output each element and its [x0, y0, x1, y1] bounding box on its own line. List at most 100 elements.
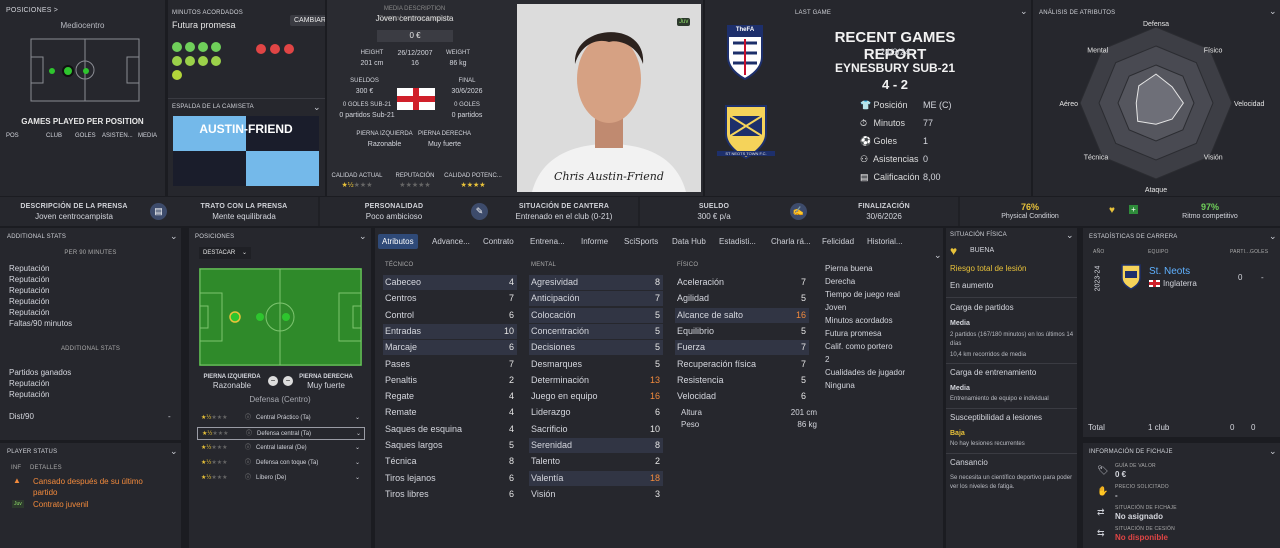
- change-button[interactable]: CAMBIAR: [290, 15, 325, 26]
- attribute-row[interactable]: Saques de esquina 4: [383, 422, 517, 437]
- chevron-down-icon[interactable]: ⌄: [359, 231, 367, 242]
- col-asist[interactable]: ASISTEN...: [102, 133, 133, 139]
- chevron-down-icon[interactable]: ⌄: [1269, 446, 1277, 457]
- dist-label: Dist/90: [9, 412, 34, 421]
- chevron-down-icon[interactable]: ⌄: [356, 428, 361, 441]
- col-goles[interactable]: GOLES: [75, 133, 96, 139]
- attribute-row[interactable]: Tiros lejanos 6: [383, 471, 517, 486]
- attribute-row[interactable]: Velocidad 6: [675, 389, 809, 404]
- attribute-name: Juego en equipo: [531, 391, 598, 402]
- salary-label: SUELDOS: [350, 78, 379, 84]
- chevron-down-icon[interactable]: ⌄: [313, 102, 321, 113]
- radar-axis-label: Mental: [1087, 47, 1108, 54]
- col-club[interactable]: CLUB: [46, 133, 62, 139]
- tab-9[interactable]: Felicidad: [818, 234, 858, 249]
- role-row[interactable]: ★½★★★ ⓘ Defensa con toque (Ta) ⌄: [197, 457, 365, 470]
- chevron-down-icon[interactable]: ⌄: [1066, 230, 1074, 241]
- chevron-down-icon[interactable]: ⌄: [1269, 231, 1277, 242]
- chevron-down-icon[interactable]: ⌄: [355, 442, 360, 455]
- role-row[interactable]: ★½★★★ ⓘ Central lateral (De) ⌄: [197, 442, 365, 455]
- trait-icon-negative[interactable]: [270, 44, 280, 54]
- attribute-row[interactable]: Desmarques 5: [529, 357, 663, 372]
- positions-title[interactable]: POSICIONES >: [6, 7, 58, 14]
- attribute-row[interactable]: Visión 3: [529, 487, 663, 502]
- england-flag: [1149, 280, 1160, 287]
- tab-5[interactable]: SciSports: [620, 234, 662, 249]
- trait-icon-negative[interactable]: [256, 44, 266, 54]
- tab-6[interactable]: Data Hub: [668, 234, 710, 249]
- trait-icon[interactable]: [198, 56, 208, 66]
- trait-icon-negative[interactable]: [284, 44, 294, 54]
- attribute-row[interactable]: Remate 4: [383, 405, 517, 420]
- attribute-row[interactable]: Regate 4: [383, 389, 517, 404]
- chevron-down-icon[interactable]: ⌄: [1020, 6, 1028, 17]
- attribute-row[interactable]: Determinación 13: [529, 373, 663, 388]
- chevron-down-icon: ⌄: [241, 250, 247, 256]
- stat-row: Reputación: [9, 297, 50, 306]
- chevron-down-icon[interactable]: ⌄: [355, 457, 360, 470]
- chevron-down-icon[interactable]: ⌄: [355, 412, 360, 425]
- attribute-row[interactable]: Alcance de salto 16: [675, 307, 809, 323]
- tab-10[interactable]: Historial...: [863, 234, 907, 249]
- attribute-row[interactable]: Aceleración 7: [675, 275, 809, 290]
- attribute-row[interactable]: Pases 7: [383, 357, 517, 372]
- highlight-select[interactable]: DESTACAR ⌄: [199, 247, 251, 259]
- attribute-row[interactable]: Fuerza 7: [675, 340, 809, 356]
- chevron-down-icon[interactable]: ⌄: [170, 446, 178, 457]
- attribute-row[interactable]: Serenidad 8: [529, 438, 663, 453]
- tab-8[interactable]: Charla rá...: [767, 234, 815, 249]
- attribute-row[interactable]: Penaltis 2: [383, 373, 517, 388]
- attribute-row[interactable]: Control 6: [383, 308, 517, 323]
- chevron-down-icon[interactable]: ⌄: [355, 472, 360, 485]
- role-row[interactable]: ★½★★★ ⓘ Central Práctico (Ta) ⌄: [197, 412, 365, 425]
- plus-icon: +: [1129, 205, 1138, 214]
- trait-icon[interactable]: [198, 42, 208, 52]
- tab-7[interactable]: Estadisti...: [715, 234, 760, 249]
- trait-icon[interactable]: [211, 42, 221, 52]
- trait-icon[interactable]: [172, 70, 182, 80]
- attribute-row[interactable]: Agilidad 5: [675, 291, 809, 306]
- attribute-row[interactable]: Juego en equipo 16: [529, 389, 663, 404]
- attribute-row[interactable]: Recuperación física 7: [675, 357, 809, 372]
- attribute-row[interactable]: Marcaje 6: [383, 340, 517, 356]
- attribute-row[interactable]: Cabeceo 4: [383, 275, 517, 290]
- tab-2[interactable]: Contrato: [479, 234, 518, 249]
- career-club-link[interactable]: St. Neots: [1149, 266, 1190, 277]
- attribute-row[interactable]: Equilibrio 5: [675, 324, 809, 339]
- attribute-value: 5: [508, 440, 514, 450]
- tab-4[interactable]: Informe: [577, 234, 612, 249]
- trait-icon[interactable]: [185, 42, 195, 52]
- attribute-row[interactable]: Valentía 18: [529, 470, 663, 486]
- trait-icon[interactable]: [172, 56, 182, 66]
- attribute-row[interactable]: Saques largos 5: [383, 438, 517, 453]
- dist-value: -: [168, 412, 171, 421]
- attribute-row[interactable]: Resistencia 5: [675, 373, 809, 388]
- press-icon: ▤: [150, 203, 167, 220]
- attribute-row[interactable]: Concentración 5: [529, 323, 663, 339]
- attribute-row[interactable]: Colocación 5: [529, 307, 663, 323]
- homegrown-value: Entrenado en el club (0-21): [515, 212, 613, 221]
- col-pos[interactable]: POS: [6, 133, 19, 139]
- attribute-row[interactable]: Tiros libres 6: [383, 487, 517, 502]
- attribute-row[interactable]: Liderazgo 6: [529, 405, 663, 420]
- tab-3[interactable]: Entrena...: [526, 234, 569, 249]
- chevron-down-icon[interactable]: ⌄: [170, 231, 178, 242]
- attribute-row[interactable]: Agresividad 8: [529, 275, 663, 290]
- chevron-down-icon[interactable]: ⌄: [934, 250, 942, 261]
- col-media[interactable]: MEDIA: [138, 133, 157, 139]
- tab-0[interactable]: Atributos: [378, 234, 418, 249]
- trait-icon[interactable]: [172, 42, 182, 52]
- attribute-row[interactable]: Centros 7: [383, 291, 517, 306]
- trait-icon[interactable]: [185, 56, 195, 66]
- tab-1[interactable]: Advance...: [428, 234, 474, 249]
- role-row[interactable]: ★½★★★ ⓘ Defensa central (Ta) ⌄: [197, 427, 365, 440]
- attribute-row[interactable]: Entradas 10: [383, 323, 517, 339]
- attribute-row[interactable]: Técnica 8: [383, 454, 517, 469]
- role-row[interactable]: ★½★★★ ⓘ Líbero (De) ⌄: [197, 472, 365, 485]
- trait-icon[interactable]: [211, 56, 221, 66]
- attribute-row[interactable]: Decisiones 5: [529, 340, 663, 356]
- side-info-line: Cualidades de jugador: [825, 368, 906, 377]
- attribute-row[interactable]: Sacrificio 10: [529, 422, 663, 437]
- attribute-row[interactable]: Talento 2: [529, 454, 663, 469]
- attribute-row[interactable]: Anticipación 7: [529, 291, 663, 307]
